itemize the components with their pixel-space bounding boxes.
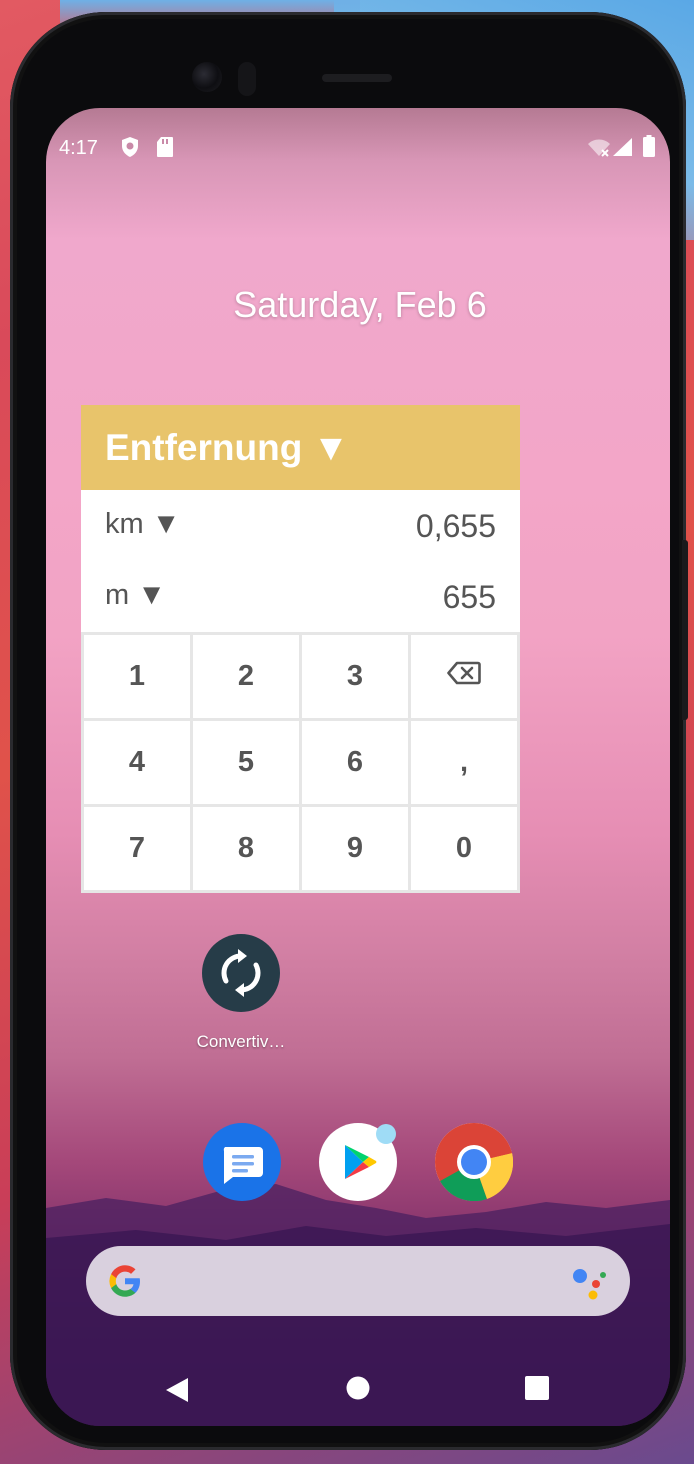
unit-dropdown[interactable]: km ▼ bbox=[105, 508, 180, 541]
recents-button[interactable] bbox=[525, 1376, 549, 1405]
key-0[interactable]: 0 bbox=[411, 807, 517, 890]
front-camera bbox=[192, 62, 222, 92]
assistant-icon[interactable] bbox=[570, 1264, 610, 1305]
conversion-row[interactable]: m ▼ 655 bbox=[81, 561, 520, 631]
back-icon bbox=[166, 1378, 188, 1402]
key-4[interactable]: 4 bbox=[84, 721, 190, 804]
shield-icon bbox=[120, 136, 140, 163]
keypad: 1 2 3 4 5 6 , 7 8 9 0 bbox=[81, 632, 520, 893]
status-time: 4:17 bbox=[59, 137, 98, 159]
key-8[interactable]: 8 bbox=[193, 807, 299, 890]
proximity-sensor bbox=[238, 62, 256, 96]
signal-icon bbox=[612, 137, 634, 162]
chrome-icon[interactable] bbox=[435, 1123, 514, 1202]
convertiv-app-icon[interactable] bbox=[202, 934, 280, 1012]
value-display[interactable]: 0,655 bbox=[416, 508, 496, 545]
navigation-bar bbox=[46, 1358, 670, 1418]
wifi-off-icon bbox=[587, 138, 611, 163]
backspace-key[interactable] bbox=[411, 635, 517, 718]
conversion-row[interactable]: km ▼ 0,655 bbox=[81, 490, 520, 560]
date-widget[interactable]: Saturday, Feb 6 bbox=[46, 284, 670, 326]
power-button bbox=[682, 540, 688, 720]
status-bar: 4:17 bbox=[46, 108, 670, 168]
key-5[interactable]: 5 bbox=[193, 721, 299, 804]
home-icon bbox=[346, 1376, 370, 1400]
key-3[interactable]: 3 bbox=[302, 635, 408, 718]
category-header[interactable]: Entfernung ▼ bbox=[81, 405, 520, 490]
google-search-bar[interactable] bbox=[86, 1246, 630, 1316]
app-label[interactable]: Convertiv… bbox=[176, 1032, 306, 1052]
key-decimal[interactable]: , bbox=[411, 721, 517, 804]
recents-icon bbox=[525, 1376, 549, 1400]
messages-icon[interactable] bbox=[203, 1123, 281, 1201]
backspace-icon bbox=[447, 660, 481, 693]
value-display[interactable]: 655 bbox=[443, 579, 496, 616]
sd-card-icon bbox=[156, 136, 174, 163]
category-dropdown[interactable]: Entfernung ▼ bbox=[105, 427, 349, 469]
home-button[interactable] bbox=[346, 1376, 370, 1405]
key-9[interactable]: 9 bbox=[302, 807, 408, 890]
battery-icon bbox=[643, 135, 655, 162]
key-6[interactable]: 6 bbox=[302, 721, 408, 804]
home-screen: 4:17 Saturday, Feb 6 Entfernung ▼ km ▼ 0… bbox=[46, 108, 670, 1426]
key-1[interactable]: 1 bbox=[84, 635, 190, 718]
key-2[interactable]: 2 bbox=[193, 635, 299, 718]
earpiece-speaker bbox=[322, 74, 392, 82]
phone-frame: 4:17 Saturday, Feb 6 Entfernung ▼ km ▼ 0… bbox=[10, 12, 686, 1450]
key-7[interactable]: 7 bbox=[84, 807, 190, 890]
play-store-icon[interactable] bbox=[319, 1123, 397, 1201]
converter-widget: Entfernung ▼ km ▼ 0,655 m ▼ 655 1 2 3 4 bbox=[81, 405, 520, 893]
sync-icon bbox=[221, 949, 261, 997]
unit-dropdown[interactable]: m ▼ bbox=[105, 579, 166, 612]
google-g-icon bbox=[106, 1262, 144, 1305]
back-button[interactable] bbox=[164, 1376, 190, 1409]
